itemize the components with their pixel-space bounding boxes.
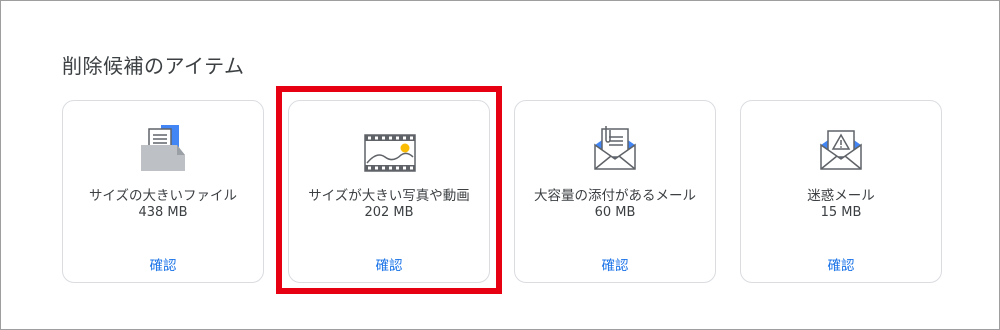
confirm-link[interactable]: 確認 bbox=[515, 254, 715, 274]
card-large-attachments[interactable]: 大容量の添付があるメール 60 MB 確認 bbox=[514, 100, 716, 283]
card-size: 15 MB bbox=[820, 205, 862, 220]
section-title: 削除候補のアイテム bbox=[62, 54, 245, 78]
attachment-mail-icon bbox=[594, 126, 636, 170]
card-size: 438 MB bbox=[138, 205, 188, 220]
file-stack-icon bbox=[141, 125, 185, 171]
spam-mail-icon bbox=[820, 130, 862, 170]
card-large-files[interactable]: サイズの大きいファイル 438 MB 確認 bbox=[62, 100, 264, 283]
confirm-link[interactable]: 確認 bbox=[741, 254, 941, 274]
card-label: 迷惑メール bbox=[807, 188, 875, 204]
confirm-link[interactable]: 確認 bbox=[63, 254, 263, 274]
card-label: サイズの大きいファイル bbox=[88, 188, 238, 204]
card-label: 大容量の添付があるメール bbox=[534, 188, 696, 204]
card-size: 60 MB bbox=[594, 205, 636, 220]
highlight-box bbox=[276, 86, 502, 294]
card-spam[interactable]: 迷惑メール 15 MB 確認 bbox=[740, 100, 942, 283]
